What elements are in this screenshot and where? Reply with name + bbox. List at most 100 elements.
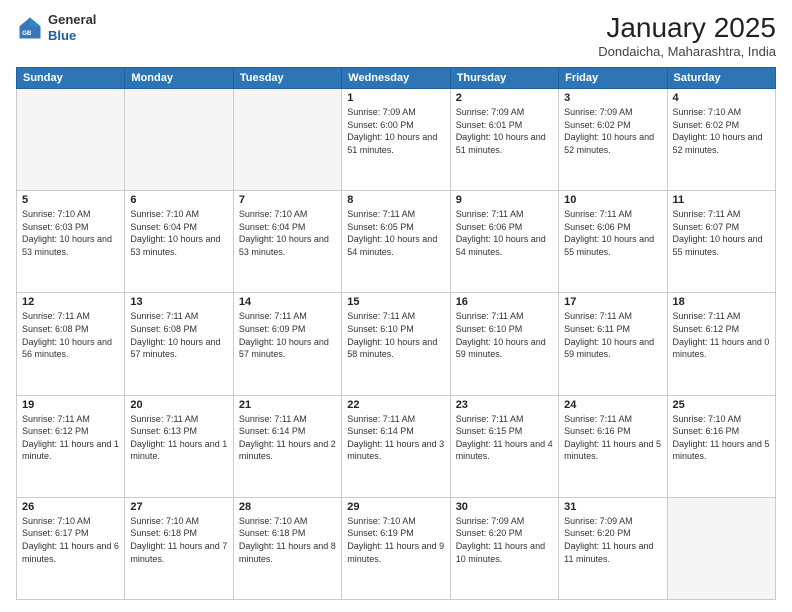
calendar-day-cell: [125, 89, 233, 191]
day-info: Sunrise: 7:09 AMSunset: 6:00 PMDaylight:…: [347, 106, 444, 156]
day-info: Sunrise: 7:10 AMSunset: 6:17 PMDaylight:…: [22, 515, 119, 565]
svg-text:GB: GB: [22, 30, 32, 37]
calendar-day-cell: 13 Sunrise: 7:11 AMSunset: 6:08 PMDayligh…: [125, 293, 233, 395]
day-info: Sunrise: 7:11 AMSunset: 6:15 PMDaylight:…: [456, 413, 553, 463]
day-info: Sunrise: 7:11 AMSunset: 6:06 PMDaylight:…: [564, 208, 661, 258]
day-number: 11: [673, 194, 770, 206]
day-number: 7: [239, 194, 336, 206]
day-number: 13: [130, 296, 227, 308]
day-number: 3: [564, 92, 661, 104]
logo: GB General Blue: [16, 12, 96, 43]
day-info: Sunrise: 7:11 AMSunset: 6:10 PMDaylight:…: [347, 310, 444, 360]
day-number: 31: [564, 501, 661, 513]
calendar-day-cell: [667, 497, 775, 599]
day-number: 17: [564, 296, 661, 308]
weekday-header-cell: Tuesday: [233, 68, 341, 89]
day-number: 10: [564, 194, 661, 206]
calendar-week-row: 12 Sunrise: 7:11 AMSunset: 6:08 PMDayligh…: [17, 293, 776, 395]
weekday-header-cell: Monday: [125, 68, 233, 89]
day-info: Sunrise: 7:11 AMSunset: 6:14 PMDaylight:…: [347, 413, 444, 463]
calendar-day-cell: 10 Sunrise: 7:11 AMSunset: 6:06 PMDayligh…: [559, 191, 667, 293]
day-info: Sunrise: 7:10 AMSunset: 6:03 PMDaylight:…: [22, 208, 119, 258]
logo-icon: GB: [16, 14, 44, 42]
title-block: January 2025 Dondaicha, Maharashtra, Ind…: [598, 12, 776, 59]
day-info: Sunrise: 7:09 AMSunset: 6:20 PMDaylight:…: [564, 515, 661, 565]
logo-general: General: [48, 12, 96, 28]
day-number: 1: [347, 92, 444, 104]
calendar-week-row: 26 Sunrise: 7:10 AMSunset: 6:17 PMDayligh…: [17, 497, 776, 599]
day-info: Sunrise: 7:10 AMSunset: 6:18 PMDaylight:…: [130, 515, 227, 565]
calendar-week-row: 5 Sunrise: 7:10 AMSunset: 6:03 PMDaylight…: [17, 191, 776, 293]
day-number: 9: [456, 194, 553, 206]
day-info: Sunrise: 7:11 AMSunset: 6:05 PMDaylight:…: [347, 208, 444, 258]
day-info: Sunrise: 7:11 AMSunset: 6:13 PMDaylight:…: [130, 413, 227, 463]
day-number: 25: [673, 399, 770, 411]
page: GB General Blue January 2025 Dondaicha, …: [0, 0, 792, 612]
day-number: 20: [130, 399, 227, 411]
month-title: January 2025: [598, 12, 776, 44]
calendar-body: 1 Sunrise: 7:09 AMSunset: 6:00 PMDaylight…: [17, 89, 776, 600]
day-number: 14: [239, 296, 336, 308]
calendar-day-cell: 28Sunrise: 7:10 AMSunset: 6:18 PMDayligh…: [233, 497, 341, 599]
day-info: Sunrise: 7:10 AMSunset: 6:04 PMDaylight:…: [130, 208, 227, 258]
calendar-day-cell: 12Sunrise: 7:11 AMSunset: 6:08 PMDayligh…: [17, 293, 125, 395]
calendar-week-row: 1 Sunrise: 7:09 AMSunset: 6:00 PMDaylight…: [17, 89, 776, 191]
weekday-header-cell: Thursday: [450, 68, 558, 89]
day-number: 21: [239, 399, 336, 411]
calendar-day-cell: 15 Sunrise: 7:11 AMSunset: 6:10 PMDayligh…: [342, 293, 450, 395]
calendar-day-cell: [17, 89, 125, 191]
weekday-header-row: SundayMondayTuesdayWednesdayThursdayFrid…: [17, 68, 776, 89]
day-number: 30: [456, 501, 553, 513]
day-number: 4: [673, 92, 770, 104]
calendar-day-cell: 5 Sunrise: 7:10 AMSunset: 6:03 PMDaylight…: [17, 191, 125, 293]
day-info: Sunrise: 7:11 AMSunset: 6:14 PMDaylight:…: [239, 413, 336, 463]
day-info: Sunrise: 7:10 AMSunset: 6:16 PMDaylight:…: [673, 413, 770, 463]
day-number: 12: [22, 296, 119, 308]
calendar-day-cell: 2 Sunrise: 7:09 AMSunset: 6:01 PMDaylight…: [450, 89, 558, 191]
calendar-day-cell: 22 Sunrise: 7:11 AMSunset: 6:14 PMDayligh…: [342, 395, 450, 497]
calendar-day-cell: 16Sunrise: 7:11 AMSunset: 6:10 PMDayligh…: [450, 293, 558, 395]
calendar-day-cell: 6 Sunrise: 7:10 AMSunset: 6:04 PMDaylight…: [125, 191, 233, 293]
day-info: Sunrise: 7:11 AMSunset: 6:07 PMDaylight:…: [673, 208, 770, 258]
day-info: Sunrise: 7:11 AMSunset: 6:08 PMDaylight:…: [130, 310, 227, 360]
day-info: Sunrise: 7:11 AMSunset: 6:11 PMDaylight:…: [564, 310, 661, 360]
day-number: 26: [22, 501, 119, 513]
calendar-day-cell: 14Sunrise: 7:11 AMSunset: 6:09 PMDayligh…: [233, 293, 341, 395]
day-info: Sunrise: 7:10 AMSunset: 6:04 PMDaylight:…: [239, 208, 336, 258]
calendar-table: SundayMondayTuesdayWednesdayThursdayFrid…: [16, 67, 776, 600]
day-info: Sunrise: 7:11 AMSunset: 6:12 PMDaylight:…: [673, 310, 770, 360]
calendar-day-cell: 18Sunrise: 7:11 AMSunset: 6:12 PMDayligh…: [667, 293, 775, 395]
calendar-day-cell: 23 Sunrise: 7:11 AMSunset: 6:15 PMDayligh…: [450, 395, 558, 497]
day-info: Sunrise: 7:10 AMSunset: 6:18 PMDaylight:…: [239, 515, 336, 565]
calendar-week-row: 19Sunrise: 7:11 AMSunset: 6:12 PMDayligh…: [17, 395, 776, 497]
day-number: 6: [130, 194, 227, 206]
day-number: 15: [347, 296, 444, 308]
calendar-day-cell: 9 Sunrise: 7:11 AMSunset: 6:06 PMDaylight…: [450, 191, 558, 293]
day-number: 5: [22, 194, 119, 206]
calendar-day-cell: 27Sunrise: 7:10 AMSunset: 6:18 PMDayligh…: [125, 497, 233, 599]
calendar-day-cell: 1 Sunrise: 7:09 AMSunset: 6:00 PMDaylight…: [342, 89, 450, 191]
calendar-day-cell: [233, 89, 341, 191]
logo-text: General Blue: [48, 12, 96, 43]
day-number: 29: [347, 501, 444, 513]
day-info: Sunrise: 7:09 AMSunset: 6:20 PMDaylight:…: [456, 515, 553, 565]
day-info: Sunrise: 7:09 AMSunset: 6:01 PMDaylight:…: [456, 106, 553, 156]
day-info: Sunrise: 7:11 AMSunset: 6:06 PMDaylight:…: [456, 208, 553, 258]
logo-blue: Blue: [48, 28, 96, 44]
day-info: Sunrise: 7:10 AMSunset: 6:19 PMDaylight:…: [347, 515, 444, 565]
calendar-day-cell: 7 Sunrise: 7:10 AMSunset: 6:04 PMDaylight…: [233, 191, 341, 293]
calendar-day-cell: 8Sunrise: 7:11 AMSunset: 6:05 PMDaylight…: [342, 191, 450, 293]
weekday-header-cell: Wednesday: [342, 68, 450, 89]
day-number: 2: [456, 92, 553, 104]
calendar-day-cell: 24Sunrise: 7:11 AMSunset: 6:16 PMDayligh…: [559, 395, 667, 497]
day-number: 16: [456, 296, 553, 308]
day-number: 19: [22, 399, 119, 411]
calendar-day-cell: 4Sunrise: 7:10 AMSunset: 6:02 PMDaylight…: [667, 89, 775, 191]
day-number: 24: [564, 399, 661, 411]
calendar-day-cell: 21 Sunrise: 7:11 AMSunset: 6:14 PMDayligh…: [233, 395, 341, 497]
day-number: 22: [347, 399, 444, 411]
day-number: 23: [456, 399, 553, 411]
calendar-day-cell: 19Sunrise: 7:11 AMSunset: 6:12 PMDayligh…: [17, 395, 125, 497]
calendar-day-cell: 11 Sunrise: 7:11 AMSunset: 6:07 PMDayligh…: [667, 191, 775, 293]
calendar-day-cell: 31 Sunrise: 7:09 AMSunset: 6:20 PMDayligh…: [559, 497, 667, 599]
